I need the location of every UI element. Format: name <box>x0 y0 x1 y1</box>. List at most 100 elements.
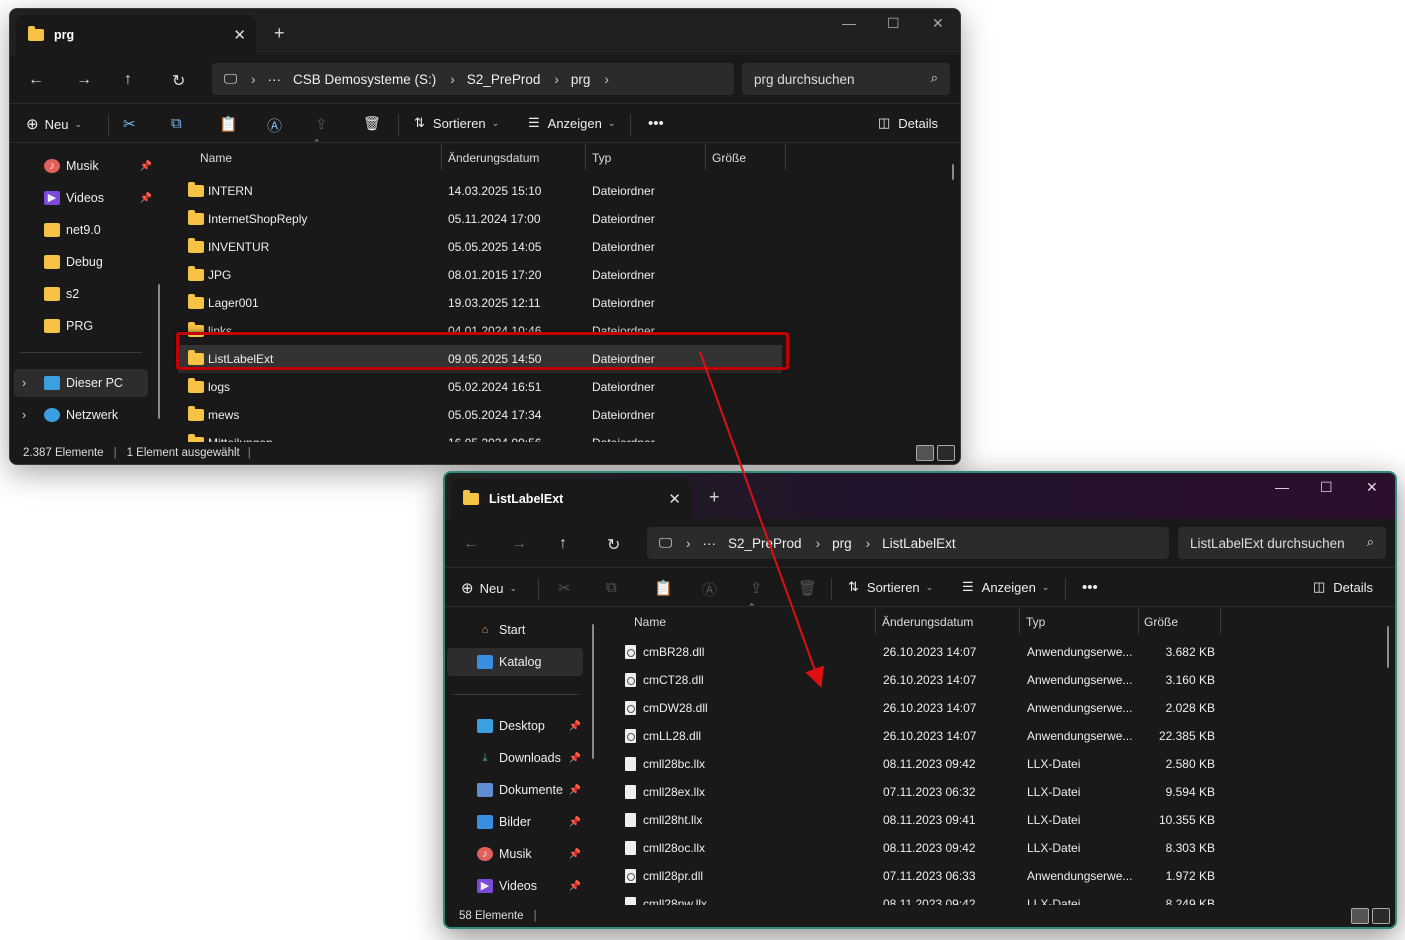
sidebar-item-s2[interactable]: s2 <box>22 280 152 308</box>
close-window-icon[interactable]: ✕ <box>932 15 944 32</box>
view-button[interactable]: ☰ Anzeigen ⌄ <box>528 115 615 131</box>
sidebar-item-videos[interactable]: ▶ Videos 📌 <box>22 184 152 212</box>
list-item[interactable]: JPG 08.01.2015 17:20 Dateiordner <box>178 261 782 289</box>
breadcrumb-item[interactable]: S2_PreProd <box>728 536 802 551</box>
delete-icon[interactable]: 🗑 <box>798 579 817 597</box>
list-item[interactable]: cmDW28.dll 26.10.2023 14:07 Anwendungser… <box>611 694 1221 722</box>
close-window-icon[interactable]: ✕ <box>1366 479 1378 496</box>
breadcrumb-item[interactable]: prg <box>832 536 852 551</box>
list-item[interactable]: cmll28ex.llx 07.11.2023 06:32 LLX-Datei … <box>611 778 1221 806</box>
scrollbar[interactable] <box>592 624 594 759</box>
list-item[interactable]: cmll28oc.llx 08.11.2023 09:42 LLX-Datei … <box>611 834 1221 862</box>
refresh-icon[interactable]: ↻ <box>172 71 185 91</box>
list-item[interactable]: INTERN 14.03.2025 15:10 Dateiordner <box>178 177 782 205</box>
minimize-icon[interactable]: — <box>842 15 856 31</box>
breadcrumb-item[interactable]: ListLabelExt <box>882 536 956 551</box>
sidebar-item-debug[interactable]: Debug <box>22 248 152 276</box>
list-item[interactable]: cmLL28.dll 26.10.2023 14:07 Anwendungser… <box>611 722 1221 750</box>
tab-prg[interactable]: prg ✕ <box>16 15 256 55</box>
list-item[interactable]: INVENTUR 05.05.2025 14:05 Dateiordner <box>178 233 782 261</box>
search-box[interactable]: ListLabelExt durchsuchen ⌕ <box>1178 527 1386 559</box>
column-header-name[interactable]: Name <box>634 608 666 636</box>
share-icon[interactable]: ⇪ <box>750 579 763 597</box>
up-icon[interactable]: ↑ <box>559 535 567 553</box>
forward-icon[interactable]: → <box>76 71 92 89</box>
tiles-view-button[interactable] <box>1372 908 1390 924</box>
list-item[interactable]: cmBR28.dll 26.10.2023 14:07 Anwendungser… <box>611 638 1221 666</box>
pin-icon[interactable]: 📌 <box>569 817 581 828</box>
paste-icon[interactable]: 📋 <box>219 115 238 133</box>
cut-icon[interactable]: ✂ <box>123 115 136 133</box>
close-tab-icon[interactable]: ✕ <box>668 490 681 508</box>
column-header-size[interactable]: Größe <box>712 144 746 172</box>
up-icon[interactable]: ↑ <box>124 71 132 89</box>
list-item[interactable]: cmCT28.dll 26.10.2023 14:07 Anwendungser… <box>611 666 1221 694</box>
forward-icon[interactable]: → <box>511 535 527 553</box>
minimize-icon[interactable]: — <box>1275 479 1289 495</box>
view-button[interactable]: ☰ Anzeigen ⌄ <box>962 579 1049 595</box>
maximize-icon[interactable]: ☐ <box>1320 479 1333 496</box>
copy-icon[interactable]: ⧉ <box>606 579 617 596</box>
back-icon[interactable]: ← <box>28 71 44 89</box>
list-item[interactable]: cmll28bc.llx 08.11.2023 09:42 LLX-Datei … <box>611 750 1221 778</box>
list-item[interactable]: Lager001 19.03.2025 12:11 Dateiordner <box>178 289 782 317</box>
refresh-icon[interactable]: ↻ <box>607 535 620 555</box>
pin-icon[interactable]: 📌 <box>140 161 152 172</box>
details-view-button[interactable] <box>1351 908 1369 924</box>
new-tab-icon[interactable]: + <box>709 487 720 508</box>
column-header-type[interactable]: Typ <box>1026 608 1045 636</box>
share-icon[interactable]: ⇪ <box>315 115 328 133</box>
tab-listlabelext[interactable]: ListLabelExt ✕ <box>451 479 691 519</box>
sidebar-item-start[interactable]: ⌂ Start <box>451 616 581 644</box>
scrollbar[interactable] <box>158 284 160 419</box>
column-header-size[interactable]: Größe <box>1144 608 1178 636</box>
sort-button[interactable]: ⇅ Sortieren ⌄ <box>414 115 499 131</box>
rename-icon[interactable]: Ⓐ <box>267 115 282 136</box>
sidebar-item-desktop[interactable]: Desktop 📌 <box>451 712 581 740</box>
list-item[interactable]: cmll28pr.dll 07.11.2023 06:33 Anwendungs… <box>611 862 1221 890</box>
chevron-right-icon[interactable]: › <box>22 376 26 390</box>
column-header-type[interactable]: Typ <box>592 144 611 172</box>
copy-icon[interactable]: ⧉ <box>171 115 182 132</box>
ellipsis-icon[interactable]: ··· <box>268 72 282 87</box>
address-bar[interactable]: 🖵 › ··· CSB Demosysteme (S:) › S2_PrePro… <box>212 63 734 95</box>
column-header-name[interactable]: Name <box>200 144 232 172</box>
new-button[interactable]: ⊕ Neu ⌄ <box>461 579 517 597</box>
sidebar-item-videos[interactable]: ▶ Videos 📌 <box>451 872 581 900</box>
close-tab-icon[interactable]: ✕ <box>233 26 246 44</box>
sidebar-item-dokumente[interactable]: Dokumente 📌 <box>451 776 581 804</box>
breadcrumb-item[interactable]: prg <box>571 72 591 87</box>
sidebar-item-katalog[interactable]: Katalog <box>447 648 583 676</box>
back-icon[interactable]: ← <box>463 535 479 553</box>
details-button[interactable]: ◫ Details <box>878 115 938 131</box>
list-item[interactable]: logs 05.02.2024 16:51 Dateiordner <box>178 373 782 401</box>
tiles-view-button[interactable] <box>937 445 955 461</box>
sidebar-item-dieser-pc[interactable]: › Dieser PC <box>14 369 148 397</box>
address-bar[interactable]: 🖵 › ··· S2_PreProd › prg › ListLabelExt <box>647 527 1169 559</box>
column-header-date[interactable]: Änderungsdatum <box>882 608 973 636</box>
sidebar-item-net9[interactable]: net9.0 <box>22 216 152 244</box>
details-button[interactable]: ◫ Details <box>1313 579 1373 595</box>
breadcrumb-item[interactable]: S2_PreProd <box>467 72 541 87</box>
new-button[interactable]: ⊕ Neu ⌄ <box>26 115 82 133</box>
breadcrumb-item[interactable]: CSB Demosysteme (S:) <box>293 72 436 87</box>
sidebar-item-musik[interactable]: ♪ Musik 📌 <box>451 840 581 868</box>
chevron-right-icon[interactable]: › <box>22 408 26 422</box>
pin-icon[interactable]: 📌 <box>569 785 581 796</box>
pin-icon[interactable]: 📌 <box>569 849 581 860</box>
details-view-button[interactable] <box>916 445 934 461</box>
search-box[interactable]: prg durchsuchen ⌕ <box>742 63 950 95</box>
sort-button[interactable]: ⇅ Sortieren ⌄ <box>848 579 933 595</box>
pin-icon[interactable]: 📌 <box>569 753 581 764</box>
sidebar-item-bilder[interactable]: Bilder 📌 <box>451 808 581 836</box>
new-tab-icon[interactable]: + <box>274 23 285 44</box>
cut-icon[interactable]: ✂ <box>558 579 571 597</box>
sidebar-item-netzwerk[interactable]: › Netzwerk <box>14 401 148 429</box>
list-item[interactable]: cmll28ht.llx 08.11.2023 09:41 LLX-Datei … <box>611 806 1221 834</box>
sidebar-item-prg[interactable]: PRG <box>22 312 152 340</box>
maximize-icon[interactable]: ☐ <box>887 15 900 32</box>
list-item[interactable]: mews 05.05.2024 17:34 Dateiordner <box>178 401 782 429</box>
ellipsis-icon[interactable]: ··· <box>703 536 717 551</box>
column-header-date[interactable]: Änderungsdatum <box>448 144 539 172</box>
sidebar-item-musik[interactable]: ♪ Musik 📌 <box>22 152 152 180</box>
